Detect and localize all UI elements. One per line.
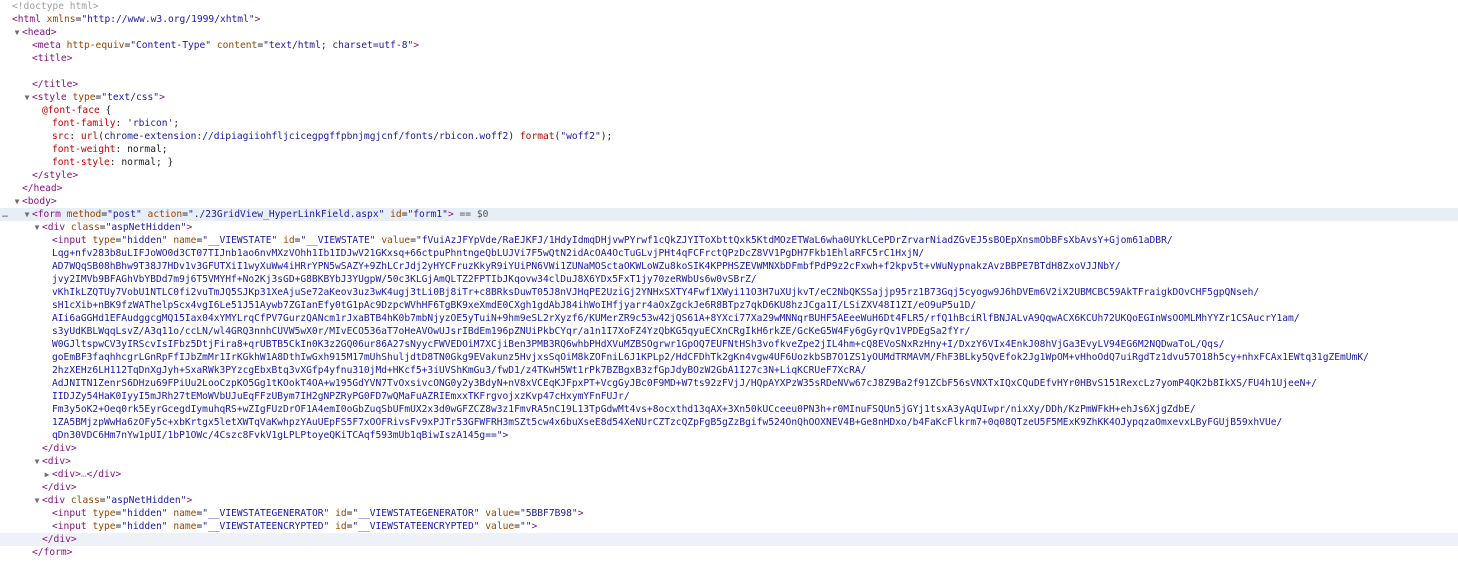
dom-tree-line[interactable]: s3yUdKBLWqqLsvZ/A3q11o/ccLN/wl4GRQ3nnhCU…: [0, 325, 1458, 338]
dom-node-markup: </div>: [42, 482, 77, 493]
dom-tree-line[interactable]: </head>: [0, 182, 1458, 195]
dom-node-markup: <div class="aspNetHidden">: [42, 495, 193, 506]
dom-node-markup: src: url(chrome-extension://dipiagiiohfl…: [52, 131, 613, 142]
dom-tree-line[interactable]: src: url(chrome-extension://dipiagiiohfl…: [0, 130, 1458, 143]
dom-node-markup: </title>: [32, 79, 79, 90]
dom-node-markup: <input type="hidden" name="__VIEWSTATE" …: [52, 235, 1173, 246]
dom-tree-line[interactable]: … ▼ <form method="post" action="./23GridVi…: [0, 208, 1458, 221]
dom-tree-line[interactable]: 1ZA5BMjzpWwHa6zOFy5c+xbKrtgx5letXWTqVaKw…: [0, 416, 1458, 429]
dom-tree-line[interactable]: <input type="hidden" name="__VIEWSTATEEN…: [0, 520, 1458, 533]
dom-node-markup: AD7WQqSB08hBhw9T38J7HDv1v3GFUTXiI1wyXuWw…: [52, 261, 1121, 272]
dom-node-markup: <input type="hidden" name="__VIEWSTATEEN…: [52, 521, 538, 532]
dom-node-markup: <meta http-equiv="Content-Type" content=…: [32, 40, 420, 51]
dom-tree-line[interactable]: font-style: normal; }: [0, 156, 1458, 169]
dom-tree-line[interactable]: </div>: [0, 533, 1458, 546]
dom-tree-line[interactable]: goEmBF3faqhhcgrLGnRpFfIJbZmMr1IrKGkhW1A8…: [0, 351, 1458, 364]
dom-tree-line[interactable]: qDn30VDC6Hm7nYw1pUI/1bP1OWc/4Cszc8FvkV1g…: [0, 429, 1458, 442]
dom-node-markup: 2hzXEHz6LH112TqDnXgJyh+SxaRWk3PYzcgEbxBt…: [52, 365, 867, 376]
dom-tree-line[interactable]: IIDJZy54HaK0IyyI5mJRh27tEMoWVbUJuEqFFzUB…: [0, 390, 1458, 403]
dom-tree-line[interactable]: </div>: [0, 442, 1458, 455]
dom-node-markup: <body>: [22, 196, 57, 207]
dom-tree-line[interactable]: <!doctype html>: [0, 0, 1458, 13]
dom-tree-line[interactable]: ▼ <body>: [0, 195, 1458, 208]
dom-node-markup: </div>: [42, 534, 77, 545]
dom-tree-line[interactable]: 2hzXEHz6LH112TqDnXgJyh+SxaRWk3PYzcgEbxBt…: [0, 364, 1458, 377]
dom-tree-line[interactable]: <html xmlns="http://www.w3.org/1999/xhtm…: [0, 13, 1458, 26]
expanded-triangle-icon[interactable]: ▼: [22, 208, 32, 221]
dom-tree-line[interactable]: ▼ <div class="aspNetHidden">: [0, 494, 1458, 507]
dom-tree-line[interactable]: Lqg+nfv283b8uLIFJoWO0d3CT07TIJnb1ao6nvMX…: [0, 247, 1458, 260]
dom-node-markup: <head>: [22, 27, 57, 38]
dom-node-markup: AdJNITN1ZenrS6DHzu69FPiUu2LooCzpKO5Gg1tK…: [52, 378, 1317, 389]
dom-tree-line[interactable]: ▼ <style type="text/css">: [0, 91, 1458, 104]
dom-node-markup: <form method="post" action="./23GridView…: [32, 209, 489, 220]
dom-node-markup: AIi6aGGHd1EFAudggcgMQ15Iax04xYMYLrqCfPV7…: [52, 313, 1300, 324]
dom-node-markup: </style>: [32, 170, 79, 181]
dom-node-markup: font-family: 'rbicon';: [52, 118, 180, 129]
elements-dom-tree: <!doctype html> <html xmlns="http://www.w…: [0, 0, 1458, 559]
dom-node-markup: 1ZA5BMjzpWwHa6zOFy5c+xbKrtgx5letXWTqVaKw…: [52, 417, 1283, 428]
dom-tree-line[interactable]: sH1cXib+nBK9fzWAThelpScx4vgI6Le51J51Aywb…: [0, 299, 1458, 312]
dom-tree-line[interactable]: <input type="hidden" name="__VIEWSTATEGE…: [0, 507, 1458, 520]
dom-node-markup: <title>: [32, 53, 73, 64]
dom-tree-line[interactable]: </form>: [0, 546, 1458, 559]
dom-node-markup: sH1cXib+nBK9fzWAThelpScx4vgI6Le51J51Aywb…: [52, 300, 977, 311]
dom-node-markup: <!doctype html>: [12, 1, 99, 12]
expanded-triangle-icon[interactable]: ▼: [32, 455, 42, 468]
dom-tree-line[interactable]: Fm3y5oK2+Oeq0rk5EyrGcegdIymuhqRS+wZIgFUz…: [0, 403, 1458, 416]
dom-node-markup: <html xmlns="http://www.w3.org/1999/xhtm…: [12, 14, 261, 25]
dom-tree-line[interactable]: [0, 65, 1458, 78]
dom-node-markup: vKhIkLZQTUy7VobU1NTLC0fi2vuTmJQ5SJKp31Xe…: [52, 287, 1260, 298]
dom-tree-line[interactable]: <meta http-equiv="Content-Type" content=…: [0, 39, 1458, 52]
dom-node-markup: W0GJltspwCV3yIRScvIsIFbz5DtjFira8+qrUBTB…: [52, 339, 1225, 350]
dom-node-markup: <div class="aspNetHidden">: [42, 222, 193, 233]
dom-tree-line[interactable]: @font-face {: [0, 104, 1458, 117]
expanded-triangle-icon[interactable]: ▼: [32, 494, 42, 507]
dom-tree-line[interactable]: </div>: [0, 481, 1458, 494]
collapsed-triangle-icon[interactable]: ▶: [42, 468, 52, 481]
dom-tree-line[interactable]: jvy2IMVb9BFAGhVbYBDd7m9j6T5VMYHf+No2Kj3s…: [0, 273, 1458, 286]
ellipsis-icon[interactable]: …: [0, 208, 10, 221]
dom-tree-line[interactable]: AdJNITN1ZenrS6DHzu69FPiUu2LooCzpKO5Gg1tK…: [0, 377, 1458, 390]
dom-node-markup: <style type="text/css">: [32, 92, 165, 103]
dom-node-markup: <div>: [42, 456, 71, 467]
dom-node-markup: </head>: [22, 183, 63, 194]
dom-tree-line[interactable]: font-family: 'rbicon';: [0, 117, 1458, 130]
dom-node-markup: </div>: [42, 443, 77, 454]
dom-node-markup: <input type="hidden" name="__VIEWSTATEGE…: [52, 508, 584, 519]
dom-node-markup: Lqg+nfv283b8uLIFJoWO0d3CT07TIJnb1ao6nvMX…: [52, 248, 925, 259]
dom-node-markup: </form>: [32, 547, 73, 558]
dom-tree-line[interactable]: ▶ <div>…</div>: [0, 468, 1458, 481]
dom-tree-line[interactable]: </title>: [0, 78, 1458, 91]
dom-tree-line[interactable]: <input type="hidden" name="__VIEWSTATE" …: [0, 234, 1458, 247]
dom-node-markup: jvy2IMVb9BFAGhVbYBDd7m9j6T5VMYHf+No2Kj3s…: [52, 274, 757, 285]
dom-tree-line[interactable]: </style>: [0, 169, 1458, 182]
dom-tree-line[interactable]: font-weight: normal;: [0, 143, 1458, 156]
dom-tree-line[interactable]: W0GJltspwCV3yIRScvIsIFbz5DtjFira8+qrUBTB…: [0, 338, 1458, 351]
dom-tree-line[interactable]: ▼ <head>: [0, 26, 1458, 39]
dom-node-markup: font-weight: normal;: [52, 144, 168, 155]
viewstate-value-end: qDn30VDC6Hm7nYw1pUI/1bP1OWc/4Cszc8FvkV1g…: [52, 430, 509, 441]
dom-tree-line[interactable]: ▼ <div class="aspNetHidden">: [0, 221, 1458, 234]
dom-node-markup: @font-face {: [42, 105, 112, 116]
dom-node-markup: qDn30VDC6Hm7nYw1pUI/1bP1OWc/4Cszc8FvkV1g…: [52, 429, 508, 442]
dom-node-markup: Fm3y5oK2+Oeq0rk5EyrGcegdIymuhqRS+wZIgFUz…: [52, 404, 1196, 415]
dom-tree-line[interactable]: vKhIkLZQTUy7VobU1NTLC0fi2vuTmJQ5SJKp31Xe…: [0, 286, 1458, 299]
dom-tree-line[interactable]: ▼ <div>: [0, 455, 1458, 468]
dom-node-markup: font-style: normal; }: [52, 157, 174, 168]
expanded-triangle-icon[interactable]: ▼: [32, 221, 42, 234]
expanded-triangle-icon[interactable]: ▼: [22, 91, 32, 104]
dom-node-markup: <div>…</div>: [52, 469, 122, 480]
expanded-triangle-icon[interactable]: ▼: [12, 26, 22, 39]
dom-node-markup: IIDJZy54HaK0IyyI5mJRh27tEMoWVbUJuEqFFzUB…: [52, 391, 630, 402]
expanded-triangle-icon[interactable]: ▼: [12, 195, 22, 208]
dom-tree-line[interactable]: <title>: [0, 52, 1458, 65]
dom-node-markup: s3yUdKBLWqqLsvZ/A3q11o/ccLN/wl4GRQ3nnhCU…: [52, 326, 971, 337]
dom-tree-line[interactable]: AIi6aGGHd1EFAudggcgMQ15Iax04xYMYLrqCfPV7…: [0, 312, 1458, 325]
dom-node-markup: goEmBF3faqhhcgrLGnRpFfIJbZmMr1IrKGkhW1A8…: [52, 352, 1369, 363]
dom-tree-line[interactable]: AD7WQqSB08hBhw9T38J7HDv1v3GFUTXiI1wyXuWw…: [0, 260, 1458, 273]
